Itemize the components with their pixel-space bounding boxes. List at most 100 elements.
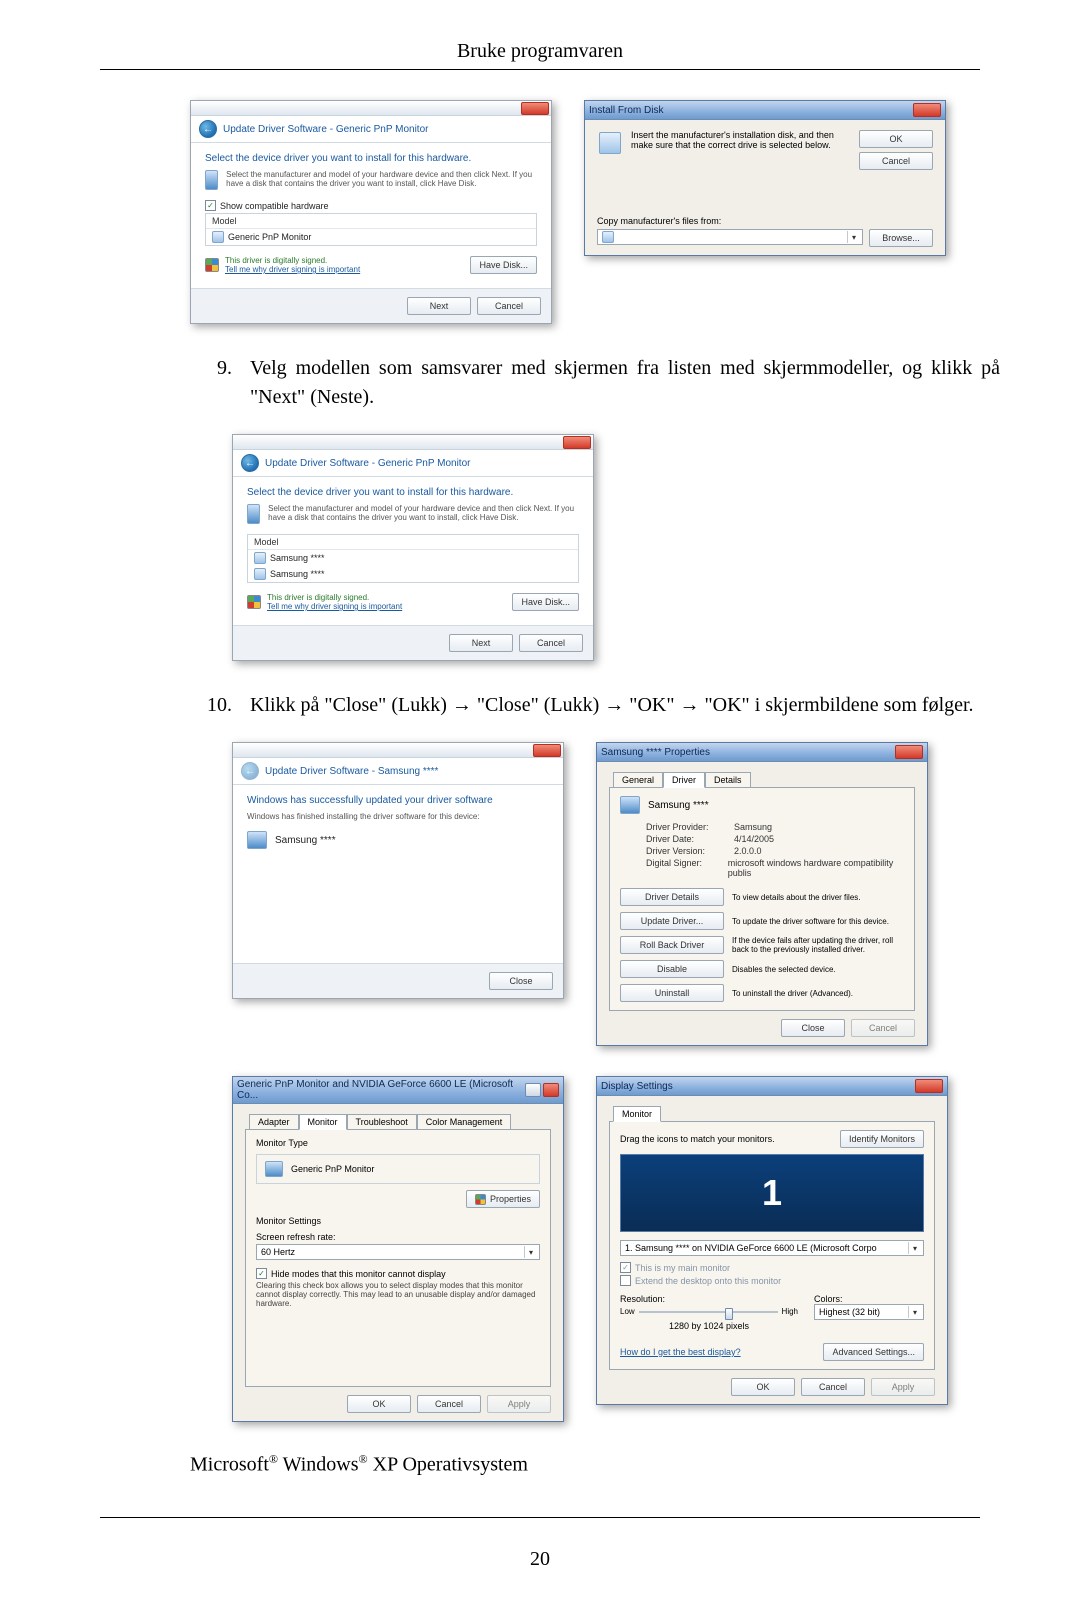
driver-properties-dialog: Samsung **** Properties General Driver D…: [596, 742, 928, 1046]
update-driver-button[interactable]: Update Driver...: [620, 912, 724, 930]
close-icon[interactable]: [521, 102, 549, 115]
chevron-down-icon[interactable]: ▾: [847, 231, 860, 243]
ok-button[interactable]: OK: [731, 1378, 795, 1396]
shield-icon: [205, 258, 219, 272]
properties-button[interactable]: Properties: [466, 1190, 540, 1208]
header-rule: [100, 69, 980, 70]
apply-button: Apply: [487, 1395, 551, 1413]
tab-adapter[interactable]: Adapter: [249, 1114, 299, 1130]
help-link[interactable]: How do I get the best display?: [620, 1347, 741, 1357]
kv-val: 4/14/2005: [734, 834, 774, 844]
list-header: Model: [206, 214, 536, 229]
driver-details-button[interactable]: Driver Details: [620, 888, 724, 906]
tab-driver[interactable]: Driver: [663, 772, 705, 788]
shield-icon: [247, 595, 261, 609]
refresh-rate-value: 60 Hertz: [261, 1247, 295, 1257]
disable-button[interactable]: Disable: [620, 960, 724, 978]
rollback-driver-button[interactable]: Roll Back Driver: [620, 936, 724, 954]
monitor-properties-dialog: Generic PnP Monitor and NVIDIA GeForce 6…: [232, 1076, 564, 1422]
show-compatible-checkbox[interactable]: ✓: [205, 200, 216, 211]
cancel-button[interactable]: Cancel: [417, 1395, 481, 1413]
list-item[interactable]: Samsung ****: [248, 550, 578, 566]
close-icon[interactable]: [563, 436, 591, 449]
chevron-down-icon[interactable]: ▾: [524, 1246, 537, 1258]
uninstall-button[interactable]: Uninstall: [620, 984, 724, 1002]
close-icon[interactable]: [913, 103, 941, 117]
dialog-title: Samsung **** Properties: [601, 747, 710, 758]
have-disk-button[interactable]: Have Disk...: [470, 256, 537, 274]
monitor-select-combo[interactable]: 1. Samsung **** on NVIDIA GeForce 6600 L…: [620, 1240, 924, 1256]
tab-monitor[interactable]: Monitor: [299, 1114, 347, 1130]
list-item-label: Samsung ****: [270, 569, 325, 579]
close-icon[interactable]: [543, 1083, 559, 1097]
list-item[interactable]: Generic PnP Monitor: [206, 229, 536, 245]
identify-monitors-button[interactable]: Identify Monitors: [840, 1130, 924, 1148]
chevron-down-icon[interactable]: ▾: [908, 1242, 921, 1254]
next-button[interactable]: Next: [449, 634, 513, 652]
back-icon[interactable]: ←: [199, 120, 217, 138]
drive-icon: [602, 231, 614, 243]
signing-link[interactable]: Tell me why driver signing is important: [267, 602, 402, 611]
list-item[interactable]: Samsung ****: [248, 566, 578, 582]
kv-key: Digital Signer:: [646, 858, 718, 878]
cancel-button[interactable]: Cancel: [519, 634, 583, 652]
disc-icon: [599, 132, 621, 154]
model-listbox[interactable]: Model Samsung **** Samsung ****: [247, 534, 579, 583]
hide-modes-checkbox[interactable]: ✓: [256, 1268, 267, 1279]
ok-button[interactable]: OK: [859, 130, 933, 148]
colors-value: Highest (32 bit): [819, 1307, 880, 1317]
tab-troubleshoot[interactable]: Troubleshoot: [347, 1114, 417, 1130]
step-10: 10. Klikk på "Close" (Lukk) → "Close" (L…: [190, 691, 1000, 720]
footer-rule: [100, 1517, 980, 1518]
close-button[interactable]: Close: [781, 1019, 845, 1037]
wizard-breadcrumb: ← Update Driver Software - Samsung ****: [233, 758, 563, 785]
monitor-type-label: Monitor Type: [256, 1138, 540, 1148]
advanced-settings-button[interactable]: Advanced Settings...: [823, 1343, 924, 1361]
list-header: Model: [248, 535, 578, 550]
hide-modes-desc: Clearing this check box allows you to se…: [256, 1281, 540, 1308]
tab-general[interactable]: General: [613, 772, 663, 788]
signed-text: This driver is digitally signed. Tell me…: [267, 593, 402, 611]
page-header-title: Bruke programvaren: [0, 40, 1080, 63]
wizard-select-driver-samsung: ← Update Driver Software - Generic PnP M…: [232, 434, 594, 661]
cancel-button[interactable]: Cancel: [859, 152, 933, 170]
back-icon[interactable]: ←: [241, 454, 259, 472]
btn-desc: To view details about the driver files.: [732, 893, 904, 902]
colors-combo[interactable]: Highest (32 bit) ▾: [814, 1304, 924, 1320]
monitor-preview[interactable]: 1: [620, 1154, 924, 1232]
main-monitor-checkbox: ✓: [620, 1262, 631, 1273]
wizard-titlebar: [233, 435, 593, 450]
list-item-label: Generic PnP Monitor: [228, 232, 311, 242]
tab-details[interactable]: Details: [705, 772, 751, 788]
close-icon[interactable]: [915, 1079, 943, 1093]
signing-link[interactable]: Tell me why driver signing is important: [225, 265, 360, 274]
extend-desktop-label: Extend the desktop onto this monitor: [635, 1276, 781, 1286]
ok-button[interactable]: OK: [347, 1395, 411, 1413]
slider-low-label: Low: [620, 1307, 635, 1316]
refresh-rate-combo[interactable]: 60 Hertz ▾: [256, 1244, 540, 1260]
tab-monitor[interactable]: Monitor: [613, 1106, 661, 1122]
cancel-button[interactable]: Cancel: [477, 297, 541, 315]
cancel-button[interactable]: Cancel: [801, 1378, 865, 1396]
copy-from-combo[interactable]: ▾: [597, 229, 863, 245]
wizard-titlebar: [191, 101, 551, 116]
close-button[interactable]: Close: [489, 972, 553, 990]
have-disk-button[interactable]: Have Disk...: [512, 593, 579, 611]
kv-key: Driver Version:: [646, 846, 724, 856]
next-button[interactable]: Next: [407, 297, 471, 315]
browse-button[interactable]: Browse...: [869, 229, 933, 247]
resolution-slider[interactable]: [639, 1306, 778, 1318]
page-number: 20: [0, 1548, 1080, 1571]
wizard-select-driver-generic: ← Update Driver Software - Generic PnP M…: [190, 100, 552, 324]
wizard-heading: Windows has successfully updated your dr…: [247, 795, 549, 806]
minimize-icon[interactable]: [525, 1083, 541, 1097]
list-item-label: Samsung ****: [270, 553, 325, 563]
resolution-label: Resolution:: [620, 1294, 798, 1304]
model-listbox[interactable]: Model Generic PnP Monitor: [205, 213, 537, 246]
close-icon[interactable]: [533, 744, 561, 757]
close-icon[interactable]: [895, 745, 923, 759]
install-from-disk-dialog: Install From Disk Insert the manufacture…: [584, 100, 946, 256]
chevron-down-icon[interactable]: ▾: [908, 1306, 921, 1318]
dialog-title: Generic PnP Monitor and NVIDIA GeForce 6…: [237, 1079, 525, 1101]
tab-color-management[interactable]: Color Management: [417, 1114, 512, 1130]
